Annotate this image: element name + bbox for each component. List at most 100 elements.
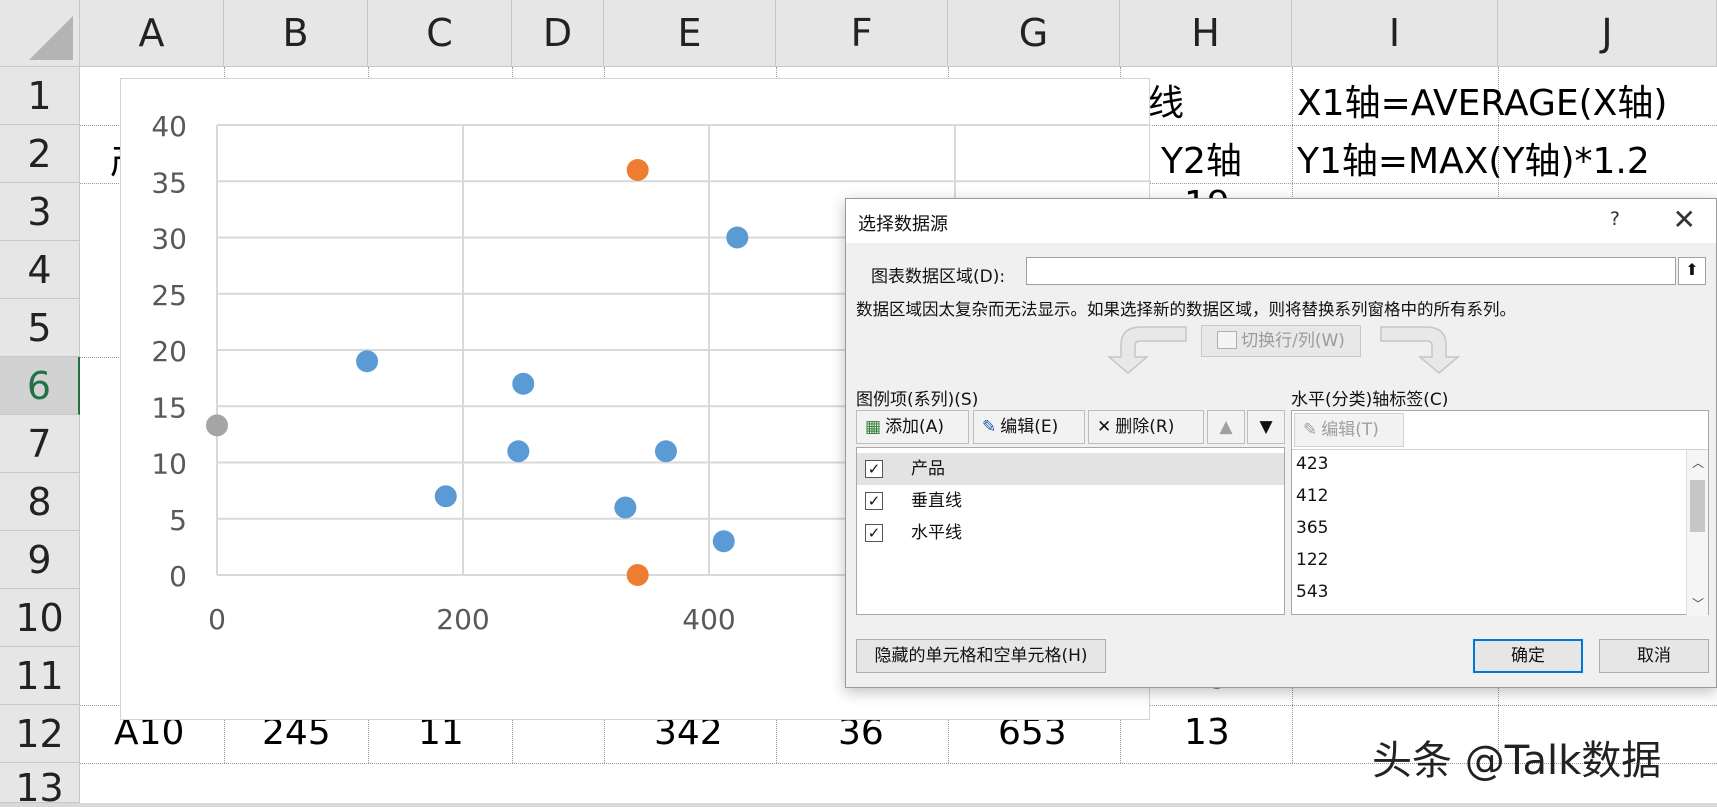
- series-list: ✓ 产品 ✓ 垂直线 ✓ 水平线: [856, 447, 1285, 615]
- y-tick-label: 20: [151, 335, 187, 368]
- cell-h12[interactable]: 13: [1184, 712, 1230, 753]
- cell-h2[interactable]: Y2轴: [1161, 132, 1242, 184]
- ok-button[interactable]: 确定: [1473, 639, 1583, 673]
- row-header-2[interactable]: 2: [0, 125, 80, 183]
- series-name-0: 产品: [911, 459, 945, 479]
- edit-icon: ✎: [982, 417, 997, 437]
- move-up-icon[interactable]: ▲: [1207, 410, 1245, 444]
- column-header-h[interactable]: H: [1120, 0, 1292, 67]
- axis-labels-scrollbar[interactable]: ︿ ﹀: [1686, 450, 1708, 616]
- column-header-c[interactable]: C: [368, 0, 512, 67]
- checkbox-0[interactable]: ✓: [865, 460, 883, 478]
- column-header-f[interactable]: F: [776, 0, 948, 67]
- row-header-4[interactable]: 4: [0, 241, 80, 299]
- cell-i2[interactable]: Y1轴=MAX(Y轴)*1.2: [1297, 132, 1650, 184]
- watermark: 头条 @Talk数据: [1372, 738, 1662, 784]
- row-header-12[interactable]: 12: [0, 705, 80, 763]
- series-name-1: 垂直线: [911, 491, 962, 511]
- y-tick-label: 15: [151, 391, 187, 424]
- row-header-3[interactable]: 3: [0, 183, 80, 241]
- row-header-8[interactable]: 8: [0, 473, 80, 531]
- row-header-10[interactable]: 10: [0, 589, 80, 647]
- row-header-11[interactable]: 11: [0, 647, 80, 705]
- legend-entries-header: 图例项(系列)(S): [856, 390, 979, 410]
- column-header-j[interactable]: J: [1498, 0, 1717, 67]
- axis-label-1[interactable]: 412: [1296, 486, 1328, 506]
- switch-row-column-label: 切换行/列(W): [1241, 331, 1345, 351]
- series-0-point: [512, 372, 535, 395]
- column-header-i[interactable]: I: [1292, 0, 1498, 67]
- hidden-empty-cells-button[interactable]: 隐藏的单元格和空单元格(H): [856, 639, 1106, 673]
- y-tick-label: 5: [169, 504, 187, 537]
- y-tick-label: 30: [151, 223, 187, 256]
- series-0-point: [712, 530, 735, 553]
- checkbox-1[interactable]: ✓: [865, 492, 883, 510]
- horizontal-scrollbar[interactable]: [0, 803, 1717, 807]
- collapse-dialog-icon[interactable]: ⬆: [1678, 257, 1706, 285]
- chart-range-label: 图表数据区域(D):: [871, 267, 1006, 287]
- add-icon: ▦: [865, 417, 882, 437]
- axis-labels-panel: ✎ 编辑(T) 423 412 365 122 543 ︿ ﹀: [1291, 410, 1709, 616]
- axis-label-4[interactable]: 543: [1296, 582, 1328, 602]
- select-all-corner[interactable]: [0, 0, 80, 67]
- help-icon[interactable]: ?: [1610, 208, 1620, 230]
- curved-arrow-right-icon: [1380, 326, 1461, 374]
- series-name-2: 水平线: [911, 523, 962, 543]
- cell-h1[interactable]: 线: [1148, 74, 1184, 126]
- series-1-point: [626, 564, 649, 586]
- row-header-6[interactable]: 6: [0, 357, 80, 415]
- delete-icon: ✕: [1097, 417, 1112, 437]
- add-series-button[interactable]: ▦ 添加(A): [856, 410, 969, 444]
- y-tick-label: 40: [151, 110, 187, 143]
- series-2-point: [206, 414, 228, 437]
- scroll-up-icon[interactable]: ︿: [1692, 454, 1704, 471]
- series-item-0[interactable]: ✓ 产品: [857, 453, 1284, 485]
- series-0-point: [654, 440, 677, 463]
- axis-edit-label: 编辑(T): [1321, 420, 1379, 440]
- cell-i1[interactable]: X1轴=AVERAGE(X轴): [1297, 74, 1667, 126]
- delete-series-button[interactable]: ✕ 删除(R): [1088, 410, 1204, 444]
- edit-series-button[interactable]: ✎ 编辑(E): [973, 410, 1085, 444]
- series-0-point: [356, 350, 379, 373]
- series-1-point: [626, 159, 649, 181]
- range-message: 数据区域因太复杂而无法显示。如果选择新的数据区域，则将替换系列窗格中的所有系列。: [856, 300, 1516, 319]
- scroll-down-icon[interactable]: ﹀: [1692, 595, 1704, 612]
- axis-label-2[interactable]: 365: [1296, 518, 1328, 538]
- select-data-source-dialog: 选择数据源 ? ✕ 图表数据区域(D): ⬆ 数据区域因太复杂而无法显示。如果选…: [845, 198, 1717, 688]
- y-tick-label: 0: [169, 560, 187, 593]
- close-icon[interactable]: ✕: [1673, 203, 1696, 236]
- axis-edit-icon: ✎: [1303, 420, 1318, 440]
- row-header-7[interactable]: 7: [0, 415, 80, 473]
- row-header-13[interactable]: 13: [0, 763, 80, 803]
- axis-edit-button[interactable]: ✎ 编辑(T): [1294, 413, 1404, 447]
- scroll-thumb[interactable]: [1690, 480, 1705, 532]
- checkbox-2[interactable]: ✓: [865, 524, 883, 542]
- move-down-icon[interactable]: ▼: [1247, 410, 1285, 444]
- row-header-5[interactable]: 5: [0, 299, 80, 357]
- axis-label-3[interactable]: 122: [1296, 550, 1328, 570]
- chart-range-input[interactable]: [1026, 257, 1676, 285]
- axis-labels-list: 423 412 365 122 543 ︿ ﹀: [1292, 449, 1708, 616]
- x-tick-label: 0: [208, 603, 226, 636]
- axis-label-0[interactable]: 423: [1296, 454, 1328, 474]
- cancel-button[interactable]: 取消: [1599, 639, 1709, 673]
- dialog-title-bar: 选择数据源 ? ✕: [846, 199, 1716, 243]
- column-header-e[interactable]: E: [604, 0, 776, 67]
- column-header-b[interactable]: B: [224, 0, 368, 67]
- column-header-a[interactable]: A: [80, 0, 224, 67]
- axis-labels-header: 水平(分类)轴标签(C): [1291, 390, 1449, 410]
- curved-arrow-left-icon: [1106, 326, 1187, 374]
- row-header-9[interactable]: 9: [0, 531, 80, 589]
- dialog-title: 选择数据源: [858, 214, 948, 235]
- series-0-point: [434, 485, 457, 508]
- switch-row-column-button[interactable]: 切换行/列(W): [1201, 325, 1361, 357]
- series-item-2[interactable]: ✓ 水平线: [857, 517, 1284, 549]
- column-header-g[interactable]: G: [948, 0, 1120, 67]
- series-item-1[interactable]: ✓ 垂直线: [857, 485, 1284, 517]
- row-header-1[interactable]: 1: [0, 67, 80, 125]
- switch-icon: [1217, 331, 1238, 349]
- series-0-point: [726, 226, 749, 249]
- y-tick-label: 10: [151, 448, 187, 481]
- column-header-d[interactable]: D: [512, 0, 604, 67]
- add-series-label: 添加(A): [885, 417, 944, 437]
